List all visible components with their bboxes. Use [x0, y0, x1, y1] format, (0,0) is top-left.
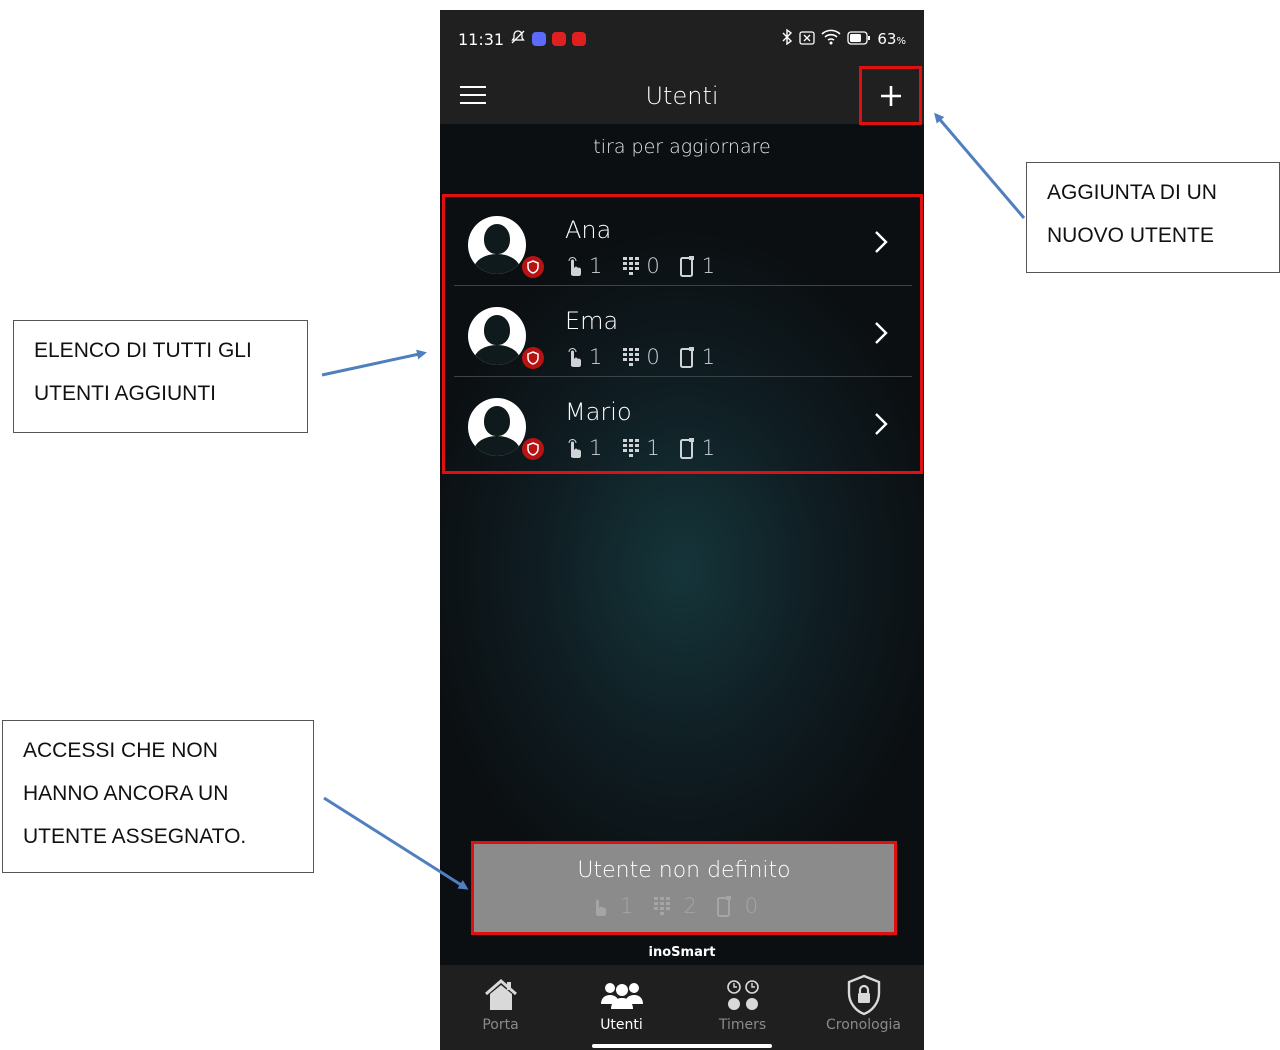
nav-timers[interactable]: Timers — [682, 965, 803, 1050]
phone-icon — [679, 347, 694, 368]
phone-count: 0 — [744, 894, 759, 918]
code-count: 0 — [646, 254, 660, 278]
avatar — [468, 398, 526, 456]
callout-line: NUOVO UTENTE — [1047, 224, 1214, 247]
clock: 11:31 — [458, 29, 505, 49]
nav-label: Porta — [482, 1017, 519, 1033]
fingerprint-count: 1 — [589, 254, 603, 278]
nav-label: Utenti — [600, 1017, 643, 1033]
keypad-icon — [623, 257, 640, 275]
users-icon — [600, 983, 643, 1009]
callout-line: UTENTI AGGIUNTI — [34, 382, 217, 405]
nav-label: Cronologia — [825, 1017, 902, 1033]
user-list: Ana 1 0 1 Ema 1 0 1 Mario 1 1 1 — [440, 194, 924, 472]
callout-line: UTENTE ASSEGNATO. — [23, 825, 247, 848]
access-counts: 1 0 1 — [565, 345, 735, 369]
home-icon — [484, 979, 517, 1010]
code-count: 2 — [683, 894, 697, 918]
chevron-right-icon[interactable] — [874, 321, 888, 345]
plus-icon — [880, 86, 901, 106]
undefined-user-title: Utente non definito — [577, 858, 791, 883]
callout-line: ACCESSI CHE NON — [23, 739, 218, 762]
phone-icon — [679, 256, 694, 277]
code-count: 1 — [646, 436, 660, 460]
fingerprint-count: 1 — [589, 436, 603, 460]
nav-cronologia[interactable]: Cronologia — [803, 965, 924, 1050]
keypad-icon — [623, 439, 640, 457]
page-title: Utenti — [645, 82, 719, 110]
home-indicator[interactable] — [592, 1044, 772, 1048]
user-row-ana[interactable]: Ana 1 0 1 — [454, 196, 912, 286]
phone-screen: 11:31 63% Utenti tira per aggiornare Ana… — [440, 10, 924, 1050]
timers-icon — [726, 980, 759, 1010]
fingerprint-touch-icon — [595, 899, 606, 916]
fingerprint-count: 1 — [619, 894, 634, 918]
sim-icon — [799, 30, 816, 49]
avatar — [468, 216, 526, 274]
battery-icon — [847, 30, 871, 49]
add-user-button[interactable] — [859, 68, 922, 124]
shield-icon — [522, 438, 544, 460]
chevron-right-icon[interactable] — [874, 412, 888, 436]
user-name: Ema — [565, 307, 619, 335]
shield-icon — [522, 256, 544, 278]
arrow-user-list — [321, 349, 427, 377]
user-name: Ana — [565, 216, 612, 244]
undefined-user-card[interactable]: Utente non definito 1 2 0 — [474, 844, 894, 932]
bottom-nav: Porta Utenti Timers Cronologia — [440, 965, 924, 1050]
nav-label: Timers — [718, 1017, 767, 1033]
pull-to-refresh-hint: tira per aggiornare — [593, 136, 771, 158]
nav-utenti[interactable]: Utenti — [561, 965, 682, 1050]
code-count: 0 — [646, 345, 660, 369]
bluetooth-icon — [781, 28, 793, 49]
callout-line: ELENCO DI TUTTI GLI — [34, 339, 252, 362]
app-header: Utenti — [440, 66, 924, 125]
callout-user-list: ELENCO DI TUTTI GLI UTENTI AGGIUNTI — [13, 320, 308, 433]
keypad-icon — [623, 348, 640, 366]
mute-icon — [510, 29, 526, 49]
wifi-icon — [821, 29, 841, 49]
brand-logo: inoSmart — [648, 945, 716, 960]
battery-level: 63 — [877, 30, 897, 48]
youtube-icon — [572, 32, 587, 46]
avatar — [468, 307, 526, 365]
access-counts: 1 1 1 — [565, 436, 735, 460]
access-counts: 1 2 0 — [474, 894, 894, 918]
phone-count: 1 — [701, 345, 716, 369]
status-bar: 11:31 63% — [440, 10, 924, 68]
chevron-right-icon[interactable] — [874, 230, 888, 254]
keypad-icon — [654, 897, 671, 915]
fingerprint-touch-icon — [568, 348, 581, 367]
callout-line: AGGIUNTA DI UN — [1047, 181, 1217, 204]
hamburger-icon[interactable] — [460, 86, 486, 106]
fingerprint-touch-icon — [568, 439, 581, 458]
phone-count: 1 — [701, 254, 716, 278]
user-name: Mario — [565, 398, 632, 426]
phone-icon — [716, 896, 731, 917]
shield-icon — [522, 347, 544, 369]
fingerprint-touch-icon — [568, 257, 581, 276]
youtube-icon — [552, 32, 567, 46]
fingerprint-count: 1 — [589, 345, 603, 369]
callout-add-user: AGGIUNTA DI UN NUOVO UTENTE — [1026, 162, 1280, 273]
phone-icon — [679, 438, 694, 459]
app-icon — [532, 32, 547, 46]
user-row-mario[interactable]: Mario 1 1 1 — [454, 378, 912, 468]
nav-porta[interactable]: Porta — [440, 965, 561, 1050]
arrow-add-user — [934, 112, 1026, 219]
battery-unit: % — [896, 36, 906, 47]
callout-line: HANNO ANCORA UN — [23, 782, 229, 805]
shield-lock-icon — [847, 974, 880, 1016]
callout-unassigned: ACCESSI CHE NON HANNO ANCORA UN UTENTE A… — [2, 720, 314, 873]
access-counts: 1 0 1 — [565, 254, 735, 278]
phone-count: 1 — [701, 436, 716, 460]
user-row-ema[interactable]: Ema 1 0 1 — [454, 287, 912, 377]
